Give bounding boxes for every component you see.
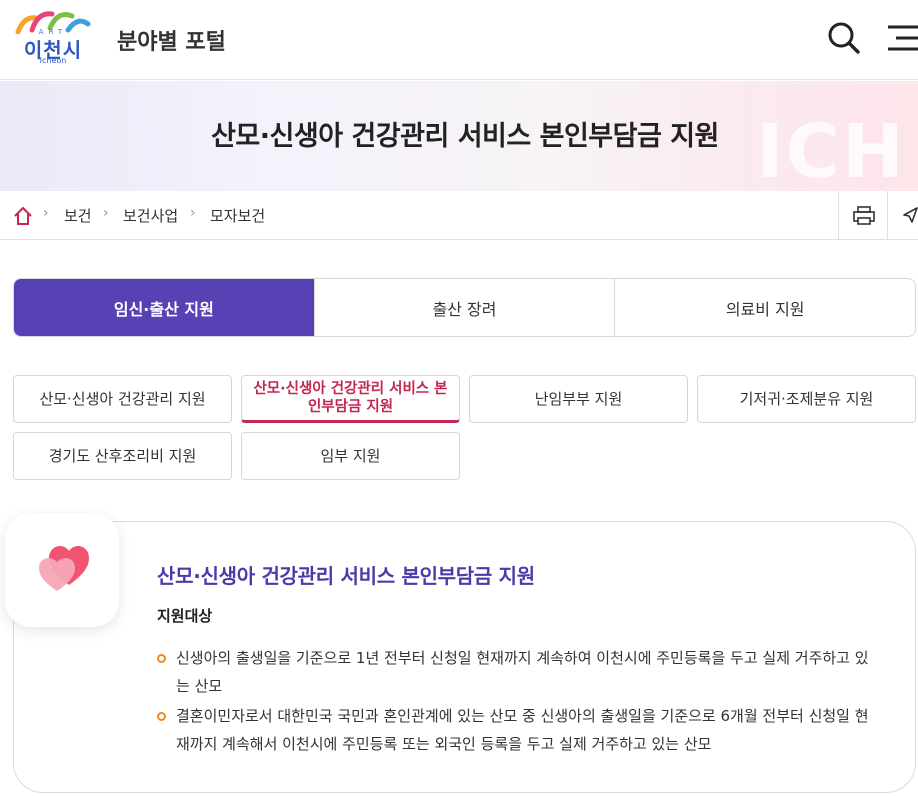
icheon-logo[interactable]: ART 이천시 Icheon (10, 10, 96, 66)
content-icon-box (5, 513, 119, 627)
subtab-postpartum-care[interactable]: 경기도 산후조리비 지원 (13, 432, 232, 480)
breadcrumb-home[interactable] (12, 205, 34, 227)
breadcrumb-item[interactable]: 보건사업 (123, 205, 178, 226)
tab-medical-support[interactable]: 의료비 지원 (614, 279, 915, 336)
subtab-infertility[interactable]: 난임부부 지원 (469, 375, 688, 423)
breadcrumb: › 보건 › 보건사업 › 모자보건 (0, 191, 918, 240)
bullet-icon (157, 654, 166, 663)
print-button[interactable] (838, 191, 888, 239)
portal-title[interactable]: 분야별 포털 (117, 24, 226, 56)
logo-en-text: Icheon (39, 56, 67, 65)
print-icon (853, 206, 875, 225)
breadcrumb-item[interactable]: 보건 (64, 205, 92, 226)
chevron-right-icon: › (103, 205, 109, 221)
list-item: 신생아의 출생일을 기준으로 1년 전부터 신청일 현재까지 계속하여 이천시에… (157, 644, 877, 700)
target-label: 지원대상 (157, 607, 213, 625)
page-title: 산모·신생아 건강관리 서비스 본인부담금 지원 (211, 121, 719, 152)
content-title: 산모·신생아 건강관리 서비스 본인부담금 지원 (157, 564, 535, 588)
share-icon (903, 207, 918, 223)
menu-button[interactable] (884, 20, 918, 56)
list-item-text: 신생아의 출생일을 기준으로 1년 전부터 신청일 현재까지 계속하여 이천시에… (176, 649, 869, 695)
site-header: ART 이천시 Icheon 분야별 포털 (0, 0, 918, 80)
chevron-right-icon: › (190, 205, 196, 221)
list-item-text: 결혼이민자로서 대한민국 국민과 혼인관계에 있는 산모 중 신생아의 출생일을… (176, 707, 869, 753)
subtab-pregnant-women[interactable]: 임부 지원 (241, 432, 460, 480)
chevron-right-icon: › (43, 205, 49, 221)
search-icon (828, 22, 860, 54)
category-tabs: 임신·출산 지원 출산 장려 의료비 지원 (13, 278, 916, 337)
list-item: 결혼이민자로서 대한민국 국민과 혼인관계에 있는 산모 중 신생아의 출생일을… (157, 702, 877, 758)
subtab-maternal-care[interactable]: 산모·신생아 건강관리 지원 (13, 375, 232, 423)
subtab-diaper-formula[interactable]: 기저귀·조제분유 지원 (697, 375, 916, 423)
tab-birth-encouragement[interactable]: 출산 장려 (313, 279, 615, 336)
subtab-copay-support[interactable]: 산모·신생아 건강관리 서비스 본인부담금 지원 (241, 375, 460, 423)
breadcrumb-item[interactable]: 모자보건 (210, 205, 265, 226)
tab-pregnancy-support[interactable]: 임신·출산 지원 (14, 279, 314, 336)
page-banner: ICH 산모·신생아 건강관리 서비스 본인부담금 지원 (0, 81, 918, 191)
share-button[interactable] (887, 191, 918, 239)
home-icon (14, 207, 32, 225)
bullet-icon (157, 712, 166, 721)
heart-icon (39, 546, 89, 591)
search-button[interactable] (824, 18, 864, 58)
hamburger-icon (888, 25, 918, 51)
